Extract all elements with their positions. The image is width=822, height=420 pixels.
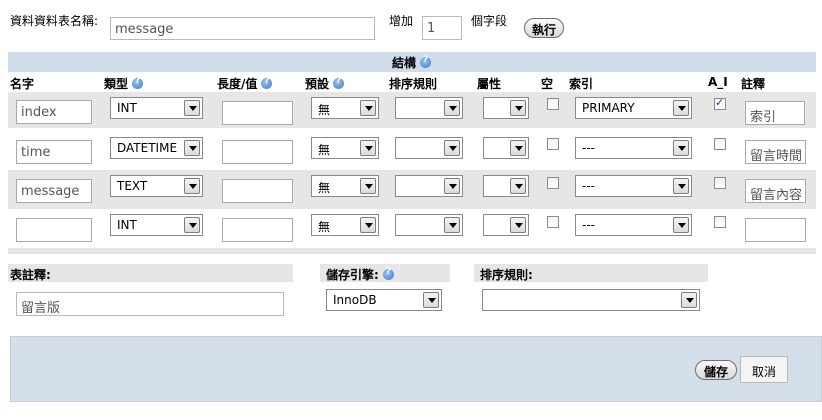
col-null: 空 [541, 77, 554, 91]
chevron-down-icon [360, 178, 376, 194]
col-index: 索引 [569, 77, 594, 91]
comment-input[interactable]: 索引 [745, 101, 805, 125]
collation-select[interactable] [395, 137, 463, 159]
field-name-input[interactable]: time [16, 140, 92, 164]
index-select[interactable]: --- [575, 175, 692, 197]
add-fields-label: 增加 [389, 14, 414, 28]
chevron-down-icon [673, 217, 689, 233]
col-attributes: 屬性 [477, 77, 502, 91]
index-select[interactable]: --- [575, 137, 692, 159]
field-name-input[interactable] [16, 218, 92, 242]
structure-title: 結構 [392, 56, 417, 70]
col-type: 類型 [104, 75, 144, 92]
table-comment-input[interactable]: 留言版 [16, 292, 284, 316]
structure-header: 結構 [8, 52, 816, 72]
chevron-down-icon [510, 140, 526, 156]
attributes-select[interactable] [483, 137, 529, 159]
chevron-down-icon [673, 178, 689, 194]
help-icon[interactable] [420, 55, 432, 68]
table-collation-select[interactable] [482, 289, 700, 311]
type-select[interactable]: INT [110, 214, 203, 236]
collation-select[interactable] [395, 214, 463, 236]
help-icon[interactable] [382, 267, 394, 280]
chevron-down-icon [184, 178, 200, 194]
attributes-select[interactable] [483, 175, 529, 197]
length-input[interactable] [222, 179, 293, 203]
length-input[interactable] [222, 218, 293, 242]
collation-select[interactable] [395, 97, 463, 119]
comment-input[interactable]: 留言時間 [745, 140, 806, 164]
chevron-down-icon [360, 100, 376, 116]
chevron-down-icon [444, 178, 460, 194]
chevron-down-icon [673, 140, 689, 156]
chevron-down-icon [360, 217, 376, 233]
chevron-down-icon [444, 217, 460, 233]
help-icon[interactable] [261, 76, 273, 89]
table-name-label: 資料資料表名稱: [10, 14, 99, 28]
table-collation-label: 排序規則: [480, 268, 533, 282]
add-fields-count-input[interactable]: 1 [422, 16, 462, 40]
col-comment: 註釋 [741, 77, 766, 91]
null-checkbox[interactable] [547, 98, 559, 110]
chevron-down-icon [444, 100, 460, 116]
col-default: 預設 [305, 75, 345, 92]
comment-input[interactable] [745, 218, 806, 242]
length-input[interactable] [222, 101, 293, 125]
chevron-down-icon [423, 292, 439, 308]
default-select[interactable]: 無 [311, 137, 379, 159]
field-name-input[interactable]: message [16, 179, 92, 203]
length-input[interactable] [222, 140, 293, 164]
null-checkbox[interactable] [547, 177, 559, 189]
chevron-down-icon [184, 217, 200, 233]
default-select[interactable]: 無 [311, 97, 379, 119]
comment-input[interactable]: 留言內容 [745, 179, 806, 203]
col-ai: A_I [708, 75, 728, 89]
type-select[interactable]: INT [110, 97, 203, 119]
chevron-down-icon [510, 178, 526, 194]
default-select[interactable]: 無 [311, 214, 379, 236]
chevron-down-icon [681, 292, 697, 308]
chevron-down-icon [184, 140, 200, 156]
engine-label: 儲存引擎: [326, 266, 394, 283]
null-checkbox[interactable] [547, 216, 559, 228]
cancel-button[interactable]: 取消 [740, 356, 788, 383]
collation-select[interactable] [395, 175, 463, 197]
index-select[interactable]: --- [575, 214, 692, 236]
type-select[interactable]: DATETIME [110, 137, 203, 159]
chevron-down-icon [673, 100, 689, 116]
help-icon[interactable] [132, 76, 144, 89]
ai-checkbox[interactable] [714, 138, 726, 150]
chevron-down-icon [510, 217, 526, 233]
col-length: 長度/值 [217, 75, 273, 92]
chevron-down-icon [444, 140, 460, 156]
table-comment-label: 表註釋: [10, 268, 51, 282]
ai-checkbox[interactable] [714, 216, 726, 228]
go-button[interactable]: 執行 [524, 18, 564, 38]
col-name: 名字 [10, 77, 35, 91]
attributes-select[interactable] [483, 214, 529, 236]
attributes-select[interactable] [483, 97, 529, 119]
field-name-input[interactable]: index [16, 100, 92, 124]
type-select[interactable]: TEXT [110, 175, 203, 197]
default-select[interactable]: 無 [311, 175, 379, 197]
table-name-input[interactable]: message [110, 17, 375, 40]
save-button[interactable]: 儲存 [695, 360, 737, 380]
rows-bottom-band [8, 248, 816, 254]
ai-checkbox[interactable] [714, 96, 726, 110]
chevron-down-icon [184, 100, 200, 116]
index-select[interactable]: PRIMARY [575, 97, 692, 119]
add-fields-suffix: 個字段 [471, 14, 508, 28]
chevron-down-icon [360, 140, 376, 156]
null-checkbox[interactable] [547, 138, 559, 150]
engine-select[interactable]: InnoDB [326, 289, 442, 311]
col-collation: 排序規則 [389, 77, 438, 91]
chevron-down-icon [510, 100, 526, 116]
help-icon[interactable] [333, 76, 345, 89]
ai-checkbox[interactable] [714, 177, 726, 189]
